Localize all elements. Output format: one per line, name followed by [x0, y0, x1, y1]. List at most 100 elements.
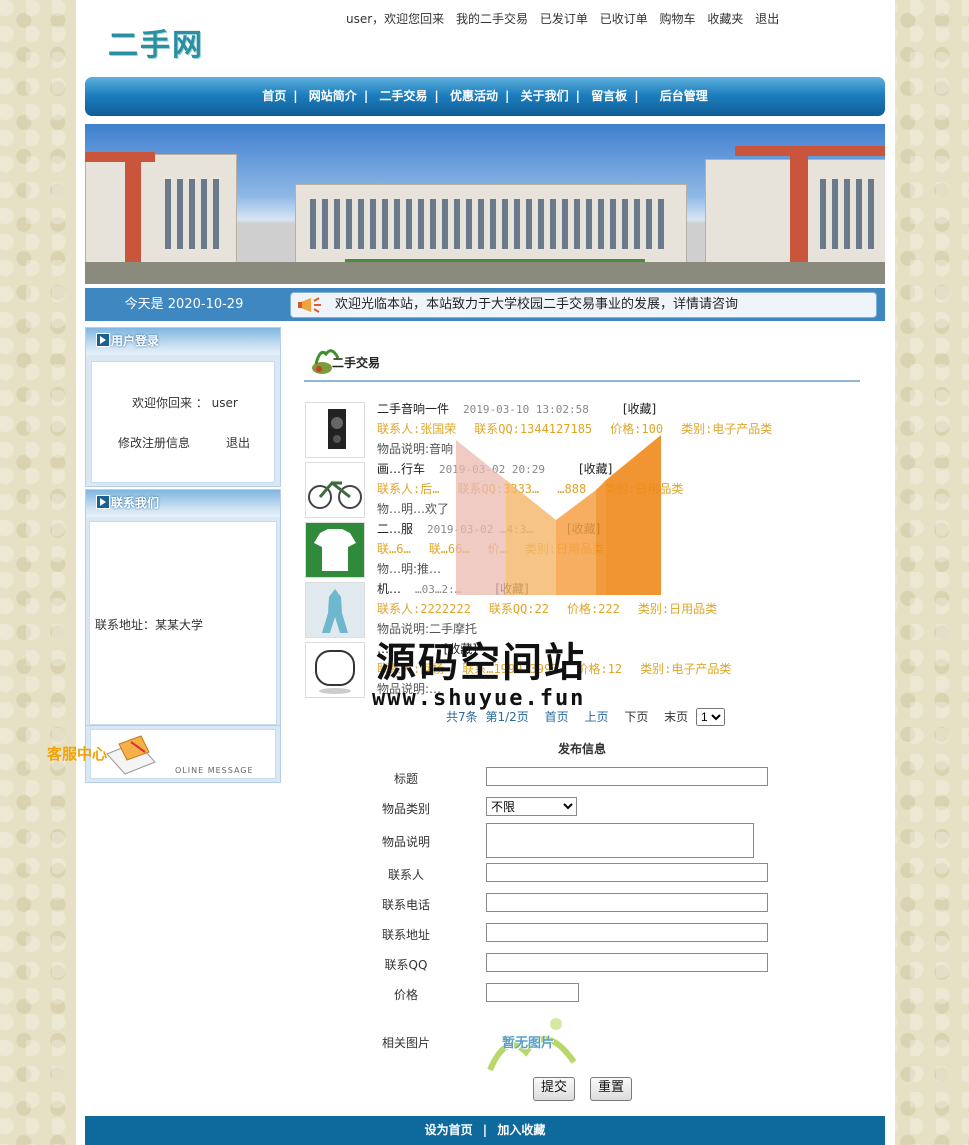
item-category: 类别:电子产品类: [640, 662, 732, 676]
page-select[interactable]: 1: [696, 708, 725, 726]
nav-item-intro[interactable]: 网站简介: [309, 89, 357, 103]
message-envelope-icon: [106, 735, 156, 775]
item-qq: 联…66…: [428, 542, 470, 556]
item-favorite-link[interactable]: [收藏]: [567, 522, 600, 536]
price-input[interactable]: [486, 983, 579, 1002]
edit-profile-link[interactable]: 修改注册信息: [118, 434, 190, 451]
category-select[interactable]: 不限: [486, 797, 577, 816]
footer-separator: |: [482, 1123, 488, 1137]
item-favorite-link[interactable]: [收藏]: [623, 402, 656, 416]
label-image: 相关图片: [381, 1036, 430, 1050]
nav-item-admin[interactable]: 后台管理: [660, 89, 708, 103]
favorites-link[interactable]: 收藏夹: [707, 12, 743, 26]
item-price: 价格:100: [610, 422, 664, 436]
phone-input[interactable]: [486, 893, 768, 912]
service-center-label[interactable]: 客服中心: [47, 743, 107, 764]
watermark-url: www.shuyue.fun: [372, 686, 586, 711]
item-thumbnail[interactable]: [305, 642, 365, 698]
item-time: 2019-03-02 …4:3…: [427, 523, 533, 536]
received-orders-link[interactable]: 已收订单: [600, 12, 648, 26]
no-image-text: 暂无图片: [502, 1036, 555, 1051]
qq-input[interactable]: [486, 953, 768, 972]
submit-button[interactable]: 提交: [533, 1077, 575, 1101]
label-phone: 联系电话: [381, 898, 430, 912]
last-page-link[interactable]: 末页: [664, 710, 688, 724]
arrow-icon: [96, 495, 110, 509]
watermark-title: 源码空间站: [376, 640, 586, 686]
item-name[interactable]: 二手音响一件: [377, 402, 449, 416]
item-name[interactable]: 机…: [377, 582, 401, 596]
reset-button[interactable]: 重置: [590, 1077, 632, 1101]
online-message-label: OLINE MESSAGE: [175, 766, 254, 775]
title-input[interactable]: [486, 767, 768, 786]
list-item[interactable]: 画…行车 2019-03-02 20:29 [收藏] 联系人:后… 联系QQ:3333……: [305, 460, 825, 520]
item-time: …03…2:…: [415, 583, 462, 596]
item-price: 价…: [487, 542, 507, 556]
current-date: 今天是 2020-10-29: [124, 297, 244, 312]
set-homepage-link[interactable]: 设为首页: [425, 1123, 473, 1137]
image-placeholder[interactable]: 暂无图片: [486, 1012, 578, 1074]
megaphone-icon: [298, 296, 321, 313]
item-price: 价格:222: [566, 602, 620, 616]
label-price: 价格: [393, 988, 418, 1002]
cart-link[interactable]: 购物车: [660, 12, 696, 26]
description-textarea[interactable]: [486, 823, 754, 858]
main-nav: 首页 | 网站简介 | 二手交易 | 优惠活动 | 关于我们 | 留言板 | 后台管理: [85, 77, 885, 116]
top-links: user，欢迎您回来 我的二手交易 已发订单 已收订单 购物车 收藏夹 退出: [346, 10, 787, 27]
arrow-icon: [96, 333, 110, 347]
item-category: 类别:日用品类: [604, 482, 684, 496]
item-category: 类别:日用品类: [637, 602, 718, 616]
sidebar-logout-link[interactable]: 退出: [226, 434, 250, 451]
label-title: 标题: [393, 772, 418, 786]
item-category: 类别:日用品类: [524, 542, 605, 556]
nav-item-trade[interactable]: 二手交易: [379, 89, 427, 103]
logout-link[interactable]: 退出: [755, 12, 779, 26]
label-category: 物品类别: [381, 802, 430, 816]
item-qq: 联系QQ:22: [488, 602, 549, 616]
list-item[interactable]: 二手音响一件 2019-03-10 13:02:58 [收藏] 联系人:张国荣 联系QQ…: [305, 400, 825, 460]
item-price: …888: [557, 482, 587, 496]
item-thumbnail[interactable]: [305, 462, 365, 518]
label-contact-person: 联系人: [387, 868, 424, 882]
item-description: 物…明:推…: [377, 562, 442, 576]
total-count: 共7条: [446, 710, 478, 724]
publish-form-title: 发布信息: [558, 742, 607, 756]
address-input[interactable]: [486, 923, 768, 942]
item-thumbnail[interactable]: [305, 582, 365, 638]
campus-banner: [85, 124, 885, 284]
nav-item-about[interactable]: 关于我们: [521, 89, 569, 103]
date-bar: 今天是 2020-10-29 欢迎光临本站，本站致力于大学校园二手交易事业的发展…: [85, 288, 885, 321]
site-logo[interactable]: 二手网: [108, 20, 204, 64]
item-name[interactable]: 二…服: [377, 522, 413, 536]
welcome-user-text: 欢迎你回来 ： user: [132, 396, 238, 410]
label-address: 联系地址: [381, 928, 430, 942]
login-panel: 用户登录 欢迎你回来 ： user 修改注册信息 退出: [85, 327, 281, 487]
list-item[interactable]: 二…服 2019-03-02 …4:3… [收藏] 联…6… 联…66… 价… 类别:日用品…: [305, 520, 825, 580]
item-description: 物品说明:音响: [377, 442, 454, 456]
contact-panel-title: 联系我们: [111, 496, 160, 510]
notice-text: 欢迎光临本站，本站致力于大学校园二手交易事业的发展，详情请咨询: [335, 297, 739, 312]
first-page-link[interactable]: 首页: [545, 710, 569, 724]
label-qq: 联系QQ: [384, 958, 428, 972]
add-favorite-link[interactable]: 加入收藏: [497, 1123, 545, 1137]
prev-page-link[interactable]: 上页: [584, 710, 608, 724]
item-thumbnail[interactable]: [305, 402, 365, 458]
item-favorite-link[interactable]: [收藏]: [495, 582, 528, 596]
contact-person-input[interactable]: [486, 863, 768, 882]
online-message-panel[interactable]: OLINE MESSAGE: [85, 725, 281, 783]
item-contact: 联…6…: [377, 542, 411, 556]
item-thumbnail[interactable]: [305, 522, 365, 578]
item-name[interactable]: 画…行车: [377, 462, 425, 476]
item-qq: 联系QQ:1344127185: [474, 422, 593, 436]
next-page-link[interactable]: 下页: [624, 710, 648, 724]
label-description: 物品说明: [381, 835, 430, 849]
login-panel-title: 用户登录: [111, 334, 160, 348]
sent-orders-link[interactable]: 已发订单: [540, 12, 588, 26]
nav-item-home[interactable]: 首页: [262, 89, 286, 103]
my-trades-link[interactable]: 我的二手交易: [456, 12, 528, 26]
item-description: 物…明…欢了: [377, 502, 450, 516]
nav-item-promo[interactable]: 优惠活动: [450, 89, 498, 103]
item-favorite-link[interactable]: [收藏]: [579, 462, 612, 476]
contact-address: 联系地址：某某大学: [95, 618, 204, 632]
nav-item-guestbook[interactable]: 留言板: [591, 89, 627, 103]
